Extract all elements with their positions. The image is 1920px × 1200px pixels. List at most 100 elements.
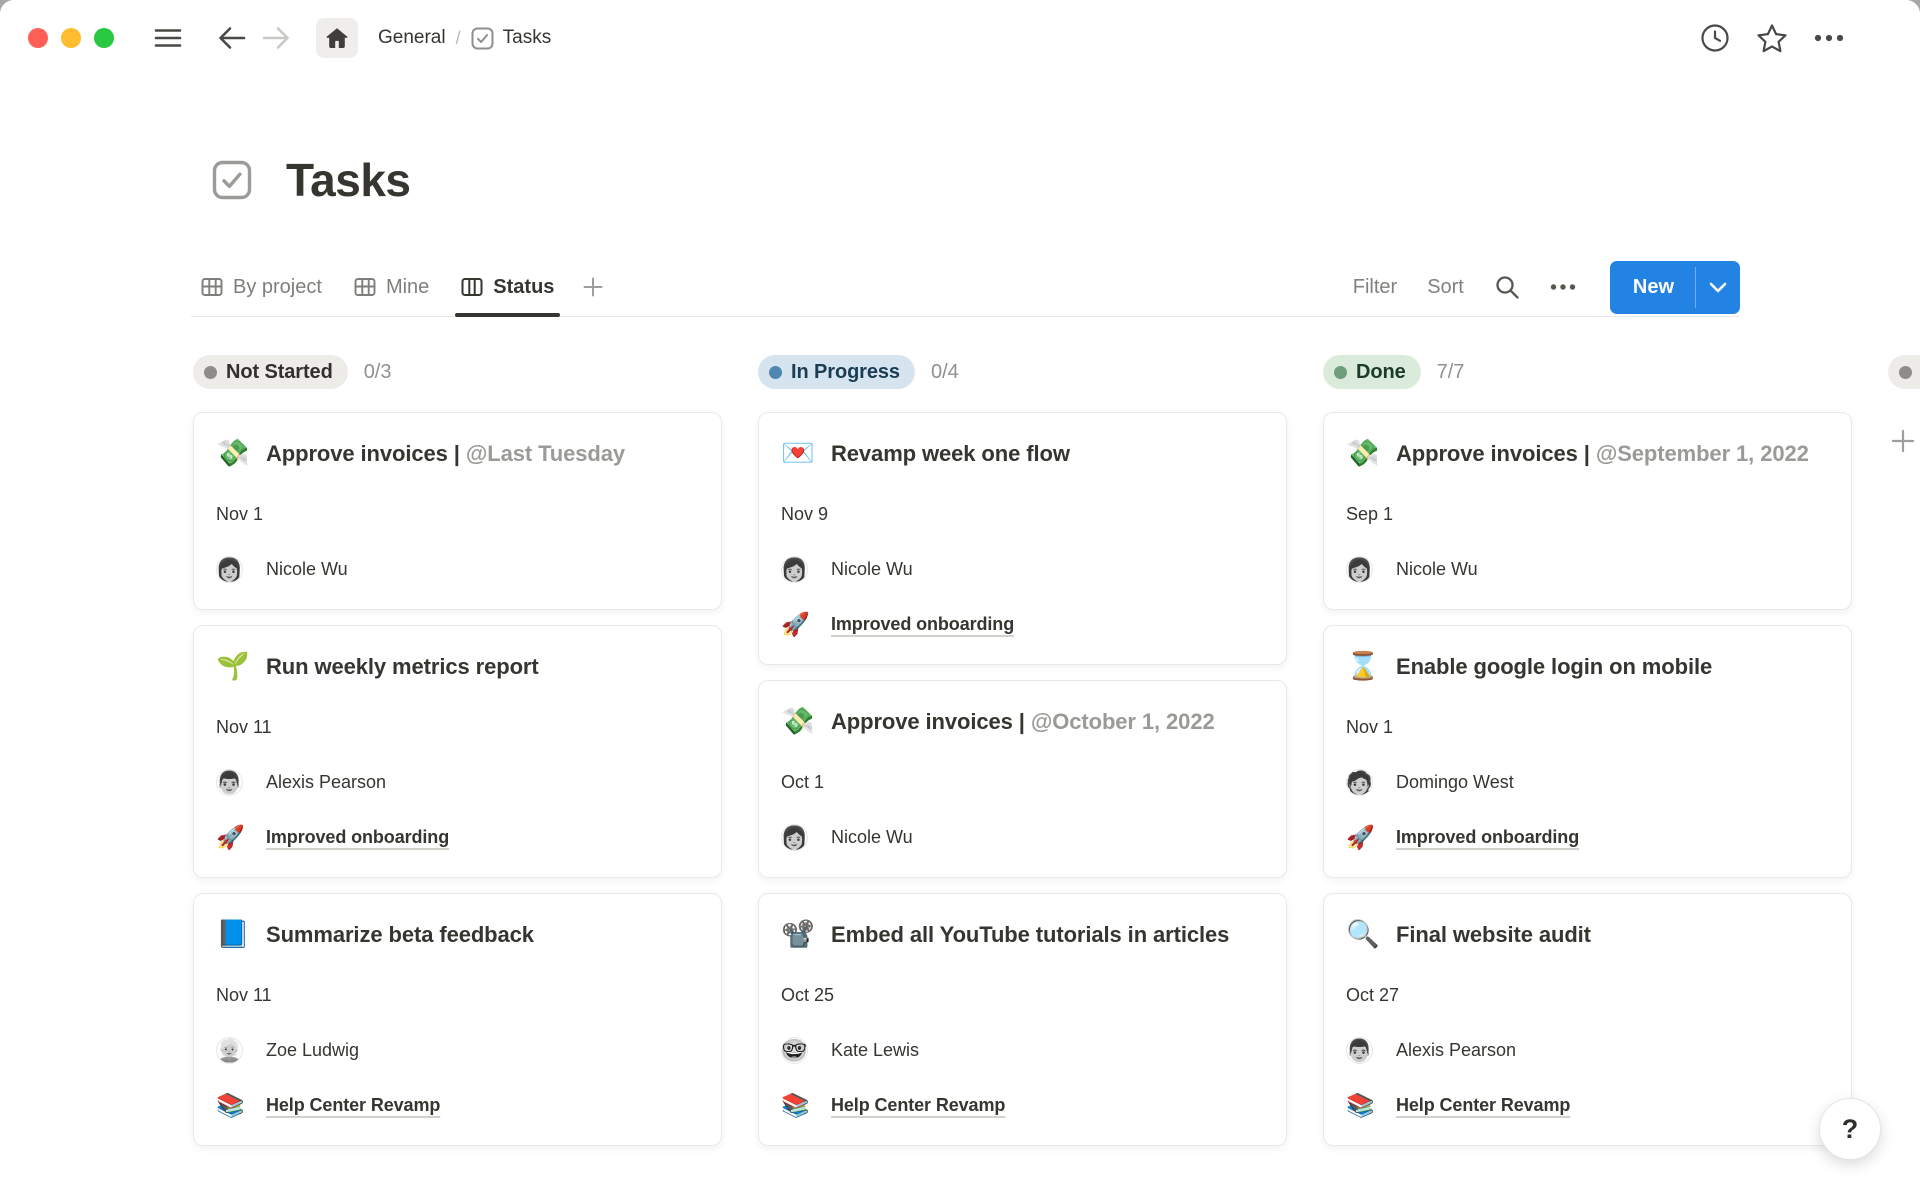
- filter-button[interactable]: Filter: [1353, 276, 1397, 299]
- date-mention: @October 1, 2022: [1031, 709, 1215, 734]
- top-bar: General / Tasks: [0, 0, 1920, 76]
- task-date-value: Oct 25: [781, 985, 834, 1006]
- add-card-plus-icon[interactable]: [1890, 428, 1916, 454]
- task-person: 👩 Nicole Wu: [216, 554, 699, 584]
- back-arrow-icon[interactable]: [218, 25, 246, 51]
- zoom-window-button[interactable]: [94, 28, 114, 48]
- task-title: ⌛Enable google login on mobile: [1346, 646, 1829, 687]
- task-card[interactable]: 💌Revamp week one flowNov 9👩Nicole Wu🚀Imp…: [758, 412, 1287, 665]
- task-title-text: Approve invoices | @September 1, 2022: [1396, 433, 1829, 474]
- task-card[interactable]: 📽️ Embed all YouTube tutorials in article…: [758, 893, 1287, 1146]
- breadcrumb-workspace[interactable]: General: [372, 23, 452, 53]
- task-title-main: Run weekly metrics report: [266, 654, 539, 679]
- task-project: 📚Help Center Revamp: [781, 1090, 1264, 1120]
- task-date: Oct 25: [781, 980, 1264, 1010]
- app-window: General / Tasks: [0, 0, 1920, 1200]
- avatar: 👨: [1346, 1037, 1373, 1064]
- table-icon: [354, 276, 376, 298]
- sidebar-menu-icon[interactable]: [154, 26, 182, 50]
- task-card[interactable]: 📘Summarize beta feedbackNov 11👱Zoe Ludwi…: [193, 893, 722, 1146]
- project-link[interactable]: Improved onboarding: [831, 614, 1014, 635]
- more-options-icon[interactable]: [1814, 33, 1844, 43]
- column-header-not-started[interactable]: Not Started0/3: [193, 355, 722, 389]
- task-date: Nov 9: [781, 499, 1264, 529]
- tab-by-project[interactable]: By project: [191, 258, 332, 316]
- task-icon: 📘: [216, 914, 252, 955]
- person-avatar-slot: 👨: [1346, 1037, 1382, 1064]
- task-date: Oct 27: [1346, 980, 1829, 1010]
- person-avatar-slot: 🤓: [781, 1037, 817, 1064]
- favorite-star-icon[interactable]: [1756, 23, 1788, 53]
- status-dot-icon: [1334, 366, 1347, 379]
- task-card[interactable]: 🌱Run weekly metrics reportNov 11👨Alexis …: [193, 625, 722, 878]
- task-card[interactable]: 💸Approve invoices | @September 1, 2022Se…: [1323, 412, 1852, 610]
- person-avatar-slot: 👩: [781, 824, 817, 851]
- new-button-label[interactable]: New: [1610, 261, 1695, 314]
- status-dot-icon: [1899, 366, 1912, 379]
- view-toolbar: By project Mine Status: [191, 258, 1740, 317]
- forward-arrow-icon[interactable]: [262, 25, 290, 51]
- task-card[interactable]: 💸Approve invoices | @October 1, 2022 Oct …: [758, 680, 1287, 878]
- board-column-in-progress: In Progress0/4 💌Revamp week one flow Nov 9…: [758, 355, 1287, 1161]
- home-icon[interactable]: [316, 18, 358, 58]
- tab-label: By project: [233, 276, 322, 299]
- project-icon: 📚: [1346, 1090, 1375, 1120]
- avatar: 👨: [216, 769, 243, 796]
- tab-status[interactable]: Status: [451, 258, 564, 316]
- search-icon[interactable]: [1494, 274, 1520, 300]
- date-mention: @September 1, 2022: [1596, 441, 1809, 466]
- column-label: In Progress: [791, 361, 900, 384]
- person-avatar-slot: 👩: [781, 556, 817, 583]
- task-date-value: Oct 1: [781, 772, 824, 793]
- breadcrumb-page-tasks[interactable]: Tasks: [465, 23, 558, 54]
- checkbox-icon: [471, 27, 494, 50]
- project-link[interactable]: Improved onboarding: [266, 827, 449, 848]
- task-title: 💌Revamp week one flow: [781, 433, 1264, 474]
- task-title-main: Final website audit: [1396, 922, 1591, 947]
- chevron-down-icon[interactable]: [1696, 261, 1740, 314]
- status-pill: A: [1888, 355, 1920, 389]
- person-avatar-slot: 🧑: [1346, 769, 1382, 796]
- avatar: 👩: [216, 556, 243, 583]
- column-header-done[interactable]: Done7/7: [1323, 355, 1852, 389]
- task-icon: 📽️: [781, 914, 817, 955]
- task-title: 💸Approve invoices | @October 1, 2022: [781, 701, 1264, 742]
- column-count: 0/3: [364, 361, 392, 384]
- project-icon: 🚀: [216, 822, 245, 852]
- task-title-text: Run weekly metrics report: [266, 646, 699, 687]
- project-link[interactable]: Help Center Revamp: [831, 1095, 1005, 1116]
- column-header-partial-right[interactable]: A: [1888, 355, 1920, 389]
- close-window-button[interactable]: [28, 28, 48, 48]
- history-clock-icon[interactable]: [1700, 23, 1730, 53]
- project-icon: 📚: [216, 1090, 245, 1120]
- task-card[interactable]: 🔍Final website auditOct 27👨Alexis Pearso…: [1323, 893, 1852, 1146]
- page-checkbox-icon: [212, 160, 252, 200]
- task-icon: 🌱: [216, 646, 252, 687]
- help-button[interactable]: ?: [1819, 1098, 1881, 1160]
- task-date: Nov 11: [216, 712, 699, 742]
- task-date: Oct 1: [781, 767, 1264, 797]
- task-card[interactable]: 💸Approve invoices | @Last TuesdayNov 1👩N…: [193, 412, 722, 610]
- add-view-plus-icon[interactable]: [582, 276, 604, 298]
- project-icon-slot: 📚: [216, 1090, 252, 1120]
- project-link[interactable]: Help Center Revamp: [266, 1095, 440, 1116]
- minimize-window-button[interactable]: [61, 28, 81, 48]
- task-date-value: Nov 11: [216, 985, 272, 1006]
- column-header-in-progress[interactable]: In Progress0/4: [758, 355, 1287, 389]
- task-person: 👩Nicole Wu: [1346, 554, 1829, 584]
- task-title-text: Embed all YouTube tutorials in articles: [831, 914, 1264, 955]
- tab-mine[interactable]: Mine: [344, 258, 439, 316]
- project-link[interactable]: Help Center Revamp: [1396, 1095, 1570, 1116]
- sort-button[interactable]: Sort: [1427, 276, 1464, 299]
- new-button[interactable]: New: [1610, 261, 1740, 314]
- task-card[interactable]: ⌛Enable google login on mobileNov 1🧑Domi…: [1323, 625, 1852, 878]
- column-label: Done: [1356, 361, 1406, 384]
- task-icon: 💸: [781, 701, 817, 742]
- date-mention: @Last Tuesday: [466, 441, 625, 466]
- person-name: Nicole Wu: [266, 559, 348, 580]
- project-link[interactable]: Improved onboarding: [1396, 827, 1579, 848]
- project-icon-slot: 🚀: [216, 822, 252, 852]
- task-title-text: Approve invoices | @Last Tuesday: [266, 433, 699, 474]
- avatar: 🤓: [781, 1037, 808, 1064]
- view-more-icon[interactable]: [1550, 283, 1576, 291]
